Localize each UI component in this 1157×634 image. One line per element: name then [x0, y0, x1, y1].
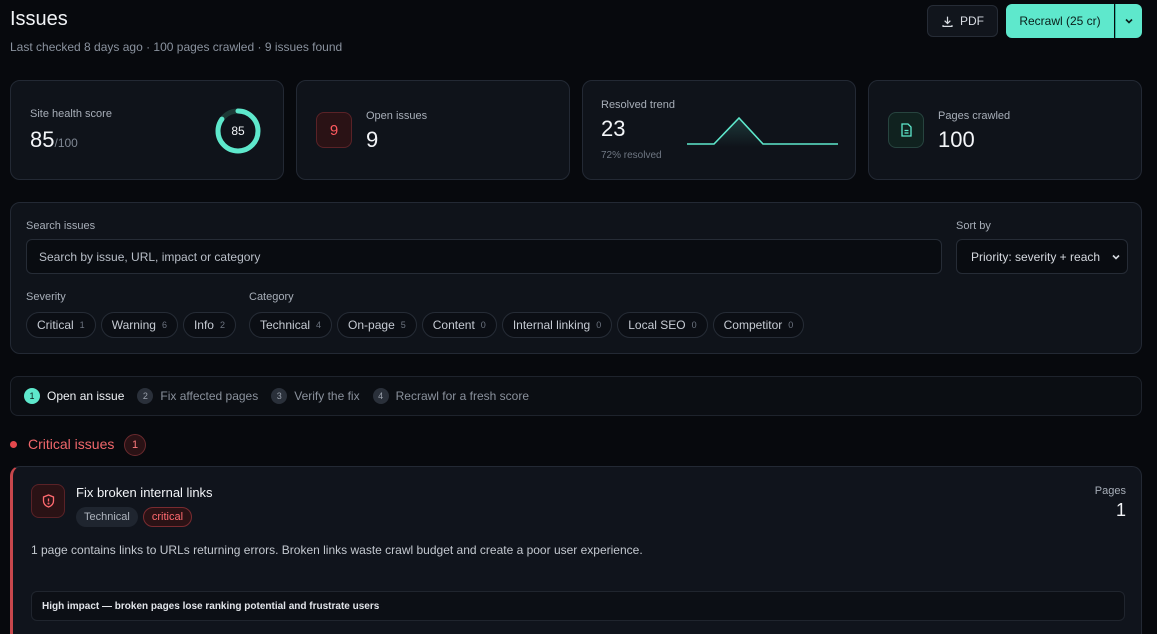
resolved-percent: 72% resolved — [601, 150, 662, 161]
category-tag: Technical — [76, 507, 138, 527]
chip-on-page[interactable]: On-page 5 — [337, 312, 417, 338]
critical-dot-icon — [10, 441, 17, 448]
recrawl-button[interactable]: Recrawl (25 cr) — [1006, 4, 1114, 38]
health-score-value: 85/100 — [30, 127, 78, 152]
open-issues-card: 9 Open issues 9 — [296, 80, 570, 180]
chip-content[interactable]: Content 0 — [421, 312, 497, 338]
category-chips: Technical 4 On-page 5 Content 0 Internal li… — [249, 312, 805, 338]
resolved-trend-card: Resolved trend 23 72% resolved — [582, 80, 856, 180]
trend-sparkline — [687, 116, 838, 147]
sort-label: Sort by — [956, 220, 991, 232]
step-verify-fix[interactable]: 3 Verify the fix — [271, 388, 360, 404]
issue-tags: Technical critical — [76, 507, 193, 527]
pdf-button[interactable]: PDF — [927, 5, 998, 37]
search-label: Search issues — [26, 220, 96, 232]
pages-crawled-card: Pages crawled 100 — [868, 80, 1142, 180]
issue-title[interactable]: Fix broken internal links — [76, 485, 213, 500]
shield-alert-icon — [31, 484, 65, 518]
page-title: Issues — [10, 8, 68, 30]
workflow-steps: 1 Open an issue 2 Fix affected pages 3 Veri… — [10, 376, 1142, 416]
section-title: Critical issues — [28, 436, 115, 452]
health-score-card: Site health score 85/100 85 — [10, 80, 284, 180]
chip-competitor[interactable]: Competitor 0 — [712, 312, 805, 338]
resolved-trend-value: 23 — [601, 116, 626, 141]
chip-technical[interactable]: Technical 4 — [249, 312, 333, 338]
pdf-button-label: PDF — [960, 14, 984, 28]
chip-local-seo[interactable]: Local SEO 0 — [617, 312, 708, 338]
category-label: Category — [249, 291, 294, 303]
resolved-trend-label: Resolved trend — [601, 99, 675, 111]
chip-internal-linking[interactable]: Internal linking 0 — [501, 312, 613, 338]
health-score-label: Site health score — [30, 108, 112, 120]
chip-critical[interactable]: Critical 1 — [26, 312, 96, 338]
pages-crawled-value: 100 — [938, 127, 975, 152]
filter-panel: Search issues Search by issue, URL, impa… — [10, 202, 1142, 354]
page-subtitle: Last checked 8 days ago · 100 pages craw… — [10, 40, 343, 54]
recrawl-options-button[interactable] — [1115, 4, 1142, 38]
sort-select[interactable]: Priority: severity + reach — [956, 239, 1128, 274]
open-issues-label: Open issues — [366, 110, 428, 122]
search-input[interactable]: Search by issue, URL, impact or category — [26, 239, 942, 274]
open-issues-value: 9 — [366, 127, 379, 152]
health-score-ring: 85 — [215, 108, 261, 154]
severity-chips: Critical 1 Warning 6 Info 2 — [26, 312, 236, 338]
severity-tag: critical — [142, 507, 193, 527]
document-icon — [888, 112, 924, 148]
chip-info[interactable]: Info 2 — [182, 312, 236, 338]
chevron-down-icon — [1112, 254, 1120, 260]
issue-card[interactable]: Fix broken internal links Technical crit… — [10, 466, 1142, 634]
step-fix-pages[interactable]: 2 Fix affected pages — [137, 388, 258, 404]
pages-crawled-label: Pages crawled — [938, 110, 1011, 122]
chip-warning[interactable]: Warning 6 — [100, 312, 178, 338]
health-ring-label: 85 — [231, 124, 245, 138]
issue-pages-value: 1 — [1115, 500, 1126, 520]
step-recrawl[interactable]: 4 Recrawl for a fresh score — [372, 388, 529, 404]
download-icon — [942, 16, 953, 27]
issue-description: 1 page contains links to URLs returning … — [31, 543, 643, 557]
issue-pages-label: Pages — [1094, 485, 1126, 497]
chevron-down-icon — [1125, 18, 1133, 24]
step-open-issue[interactable]: 1 Open an issue — [24, 388, 124, 404]
section-count-badge: 1 — [124, 434, 146, 456]
open-issues-badge: 9 — [316, 112, 352, 148]
impact-callout: High impact — broken pages lose ranking … — [31, 591, 1125, 621]
severity-label: Severity — [26, 291, 66, 303]
